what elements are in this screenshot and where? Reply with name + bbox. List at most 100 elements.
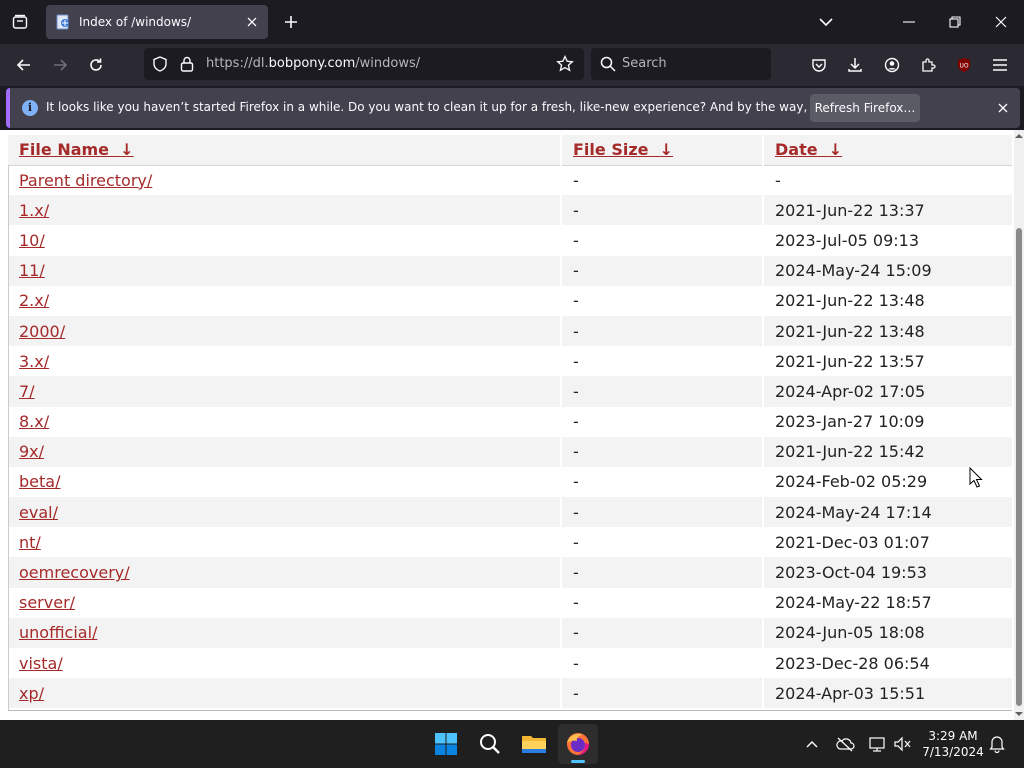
table-header-row: File Name ↓ File Size ↓ Date ↓: [8, 135, 1012, 166]
directory-link[interactable]: 3.x/: [19, 352, 49, 371]
mouse-pointer-icon: [969, 467, 983, 488]
onedrive-cloud-icon[interactable]: [833, 732, 857, 756]
forward-arrow-icon[interactable]: [45, 50, 75, 80]
file-size-cell: -: [561, 285, 764, 316]
file-size-cell: -: [561, 617, 764, 648]
sort-by-size-link[interactable]: File Size ↓: [573, 140, 673, 159]
date-cell: 2021-Jun-22 15:42: [763, 436, 1012, 467]
close-notification-icon[interactable]: [993, 98, 1013, 118]
file-name-cell: server/: [8, 587, 562, 618]
taskbar-search-icon[interactable]: [470, 724, 510, 764]
refresh-firefox-button[interactable]: Refresh Firefox…: [810, 94, 920, 122]
address-bar[interactable]: https://dl.bobpony.com/windows/: [144, 48, 584, 80]
pocket-icon[interactable]: [804, 50, 834, 80]
new-tab-icon[interactable]: [277, 8, 305, 36]
table-frame-left: [8, 165, 9, 711]
downloads-icon[interactable]: [840, 50, 870, 80]
directory-link[interactable]: nt/: [19, 533, 41, 552]
directory-link[interactable]: xp/: [19, 684, 44, 703]
directory-link[interactable]: 8.x/: [19, 412, 49, 431]
restore-window-icon[interactable]: [932, 0, 978, 44]
directory-link[interactable]: 1.x/: [19, 201, 49, 220]
system-clock[interactable]: 3:29 AM 7/13/2024: [920, 728, 986, 760]
table-row: 7/ -2024-Apr-02 17:05: [8, 376, 1012, 407]
account-icon[interactable]: [877, 50, 907, 80]
list-all-tabs-icon[interactable]: [812, 8, 840, 36]
close-tab-icon[interactable]: [240, 10, 264, 34]
show-hidden-icons-chevron-icon[interactable]: [800, 732, 824, 756]
directory-link[interactable]: 2000/: [19, 322, 65, 341]
windows-taskbar: 3:29 AM 7/13/2024: [0, 720, 1024, 768]
table-row: 11/ -2024-May-24 15:09: [8, 255, 1012, 286]
file-size-cell: -: [561, 346, 764, 377]
directory-link[interactable]: Parent directory/: [19, 171, 152, 190]
directory-link[interactable]: eval/: [19, 503, 58, 522]
directory-link[interactable]: 9x/: [19, 442, 44, 461]
file-explorer-folder-icon[interactable]: [514, 724, 554, 764]
search-bar[interactable]: Search: [591, 48, 771, 80]
directory-link[interactable]: 11/: [19, 261, 45, 280]
column-header-name[interactable]: File Name ↓: [8, 135, 562, 166]
directory-link[interactable]: 10/: [19, 231, 45, 250]
notifications-bell-icon[interactable]: [985, 732, 1009, 756]
scroll-up-arrow-icon[interactable]: [1015, 132, 1023, 140]
firefox-view-icon[interactable]: [6, 8, 34, 36]
scroll-down-arrow-icon[interactable]: [1015, 710, 1023, 718]
volume-muted-icon[interactable]: [891, 732, 915, 756]
sort-by-date-link[interactable]: Date ↓: [775, 140, 842, 159]
file-size-cell: -: [561, 376, 764, 407]
firefox-taskbar-icon[interactable]: [558, 724, 598, 764]
file-size-cell: -: [561, 165, 764, 196]
bookmark-star-icon[interactable]: [556, 55, 574, 73]
page-scrollbar[interactable]: [1014, 130, 1024, 720]
table-row: 3.x/ -2021-Jun-22 13:57: [8, 346, 1012, 377]
extensions-icon[interactable]: [913, 50, 943, 80]
lock-icon[interactable]: [180, 56, 194, 72]
date-cell: 2023-Jul-05 09:13: [763, 225, 1012, 256]
reload-icon[interactable]: [81, 50, 111, 80]
search-placeholder: Search: [622, 56, 667, 71]
scrollbar-thumb[interactable]: [1016, 228, 1022, 706]
sort-by-name-link[interactable]: File Name ↓: [19, 140, 134, 159]
date-cell: 2023-Dec-28 06:54: [763, 648, 1012, 679]
directory-link[interactable]: vista/: [19, 654, 63, 673]
clock-time: 3:29 AM: [928, 729, 978, 743]
table-row: oemrecovery/ -2023-Oct-04 19:53: [8, 557, 1012, 588]
directory-link[interactable]: 2.x/: [19, 291, 49, 310]
table-frame-bottom: [8, 710, 1012, 711]
table-row: 9x/ -2021-Jun-22 15:42: [8, 436, 1012, 467]
directory-link[interactable]: oemrecovery/: [19, 563, 130, 582]
back-arrow-icon[interactable]: [9, 50, 39, 80]
tab-title: Index of /windows/: [79, 15, 192, 29]
table-row: Parent directory/ - -: [8, 165, 1012, 196]
info-icon: i: [22, 100, 38, 116]
file-size-cell: -: [561, 527, 764, 558]
ublock-origin-icon[interactable]: UO: [949, 50, 979, 80]
directory-link[interactable]: unofficial/: [19, 623, 97, 642]
table-row: 2000/ -2021-Jun-22 13:48: [8, 315, 1012, 347]
column-header-size[interactable]: File Size ↓: [561, 135, 764, 166]
tab-index-windows[interactable]: Index of /windows/: [46, 5, 268, 39]
directory-link[interactable]: 7/: [19, 382, 35, 401]
refresh-firefox-notification: i It looks like you haven’t started Fire…: [6, 88, 1020, 128]
minimize-window-icon[interactable]: [886, 0, 932, 44]
date-cell: 2021-Jun-22 13:37: [763, 195, 1012, 226]
hamburger-menu-icon[interactable]: [985, 50, 1015, 80]
directory-link[interactable]: beta/: [19, 472, 60, 491]
file-size-cell: -: [561, 436, 764, 467]
close-window-icon[interactable]: [978, 0, 1024, 44]
start-menu-windows-icon[interactable]: [426, 724, 466, 764]
column-header-date[interactable]: Date ↓: [763, 135, 1012, 166]
tracking-protection-shield-icon[interactable]: [152, 56, 168, 72]
date-cell: 2024-May-24 15:09: [763, 255, 1012, 286]
network-icon[interactable]: [866, 732, 890, 756]
directory-link[interactable]: server/: [19, 593, 75, 612]
date-cell: 2024-Jun-05 18:08: [763, 617, 1012, 648]
file-name-cell: 2.x/: [8, 285, 562, 316]
date-cell: -: [763, 165, 1012, 196]
file-size-cell: -: [561, 557, 764, 588]
file-size-cell: -: [561, 466, 764, 498]
navigation-toolbar: https://dl.bobpony.com/windows/ Search U…: [0, 44, 1024, 86]
date-cell: 2024-May-22 18:57: [763, 587, 1012, 618]
table-row: 2.x/ -2021-Jun-22 13:48: [8, 285, 1012, 316]
